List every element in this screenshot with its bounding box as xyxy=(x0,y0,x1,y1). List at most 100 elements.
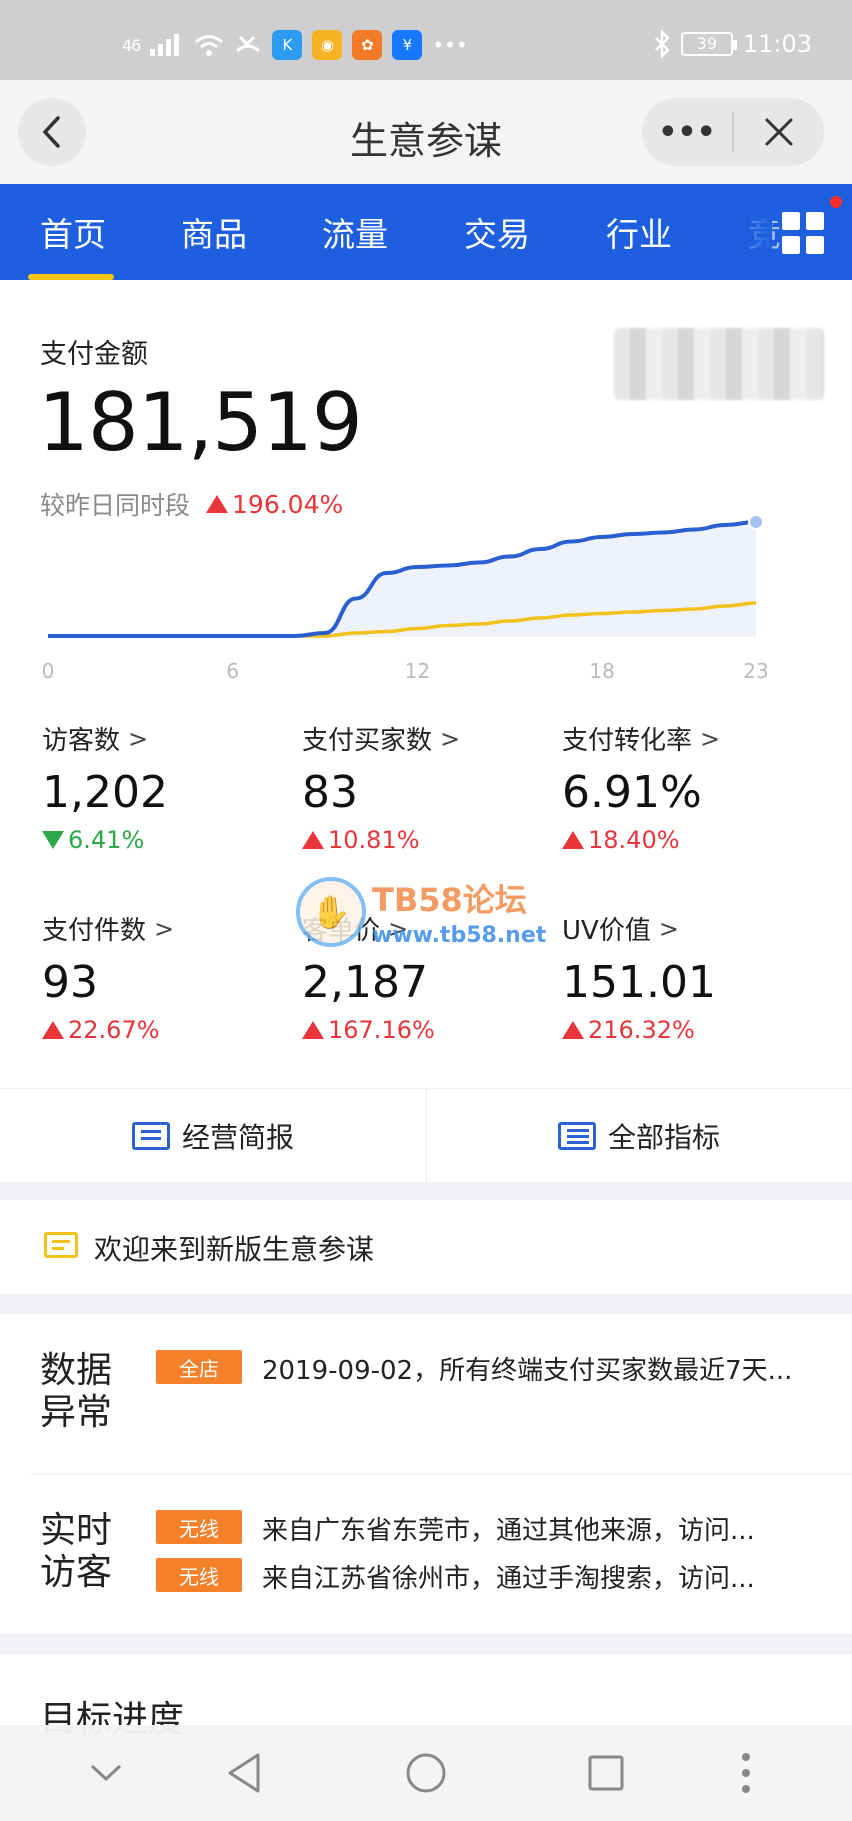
missed-call-icon xyxy=(236,35,261,53)
metric-change: 216.32% xyxy=(562,1016,812,1044)
metric-change: 18.40% xyxy=(562,826,812,854)
metric-label: 客单价 > xyxy=(302,910,552,947)
more-button[interactable]: ••• xyxy=(642,98,732,166)
up-arrow-icon xyxy=(42,1021,64,1039)
status-right: 39 11:03 xyxy=(653,30,812,58)
metric-card[interactable]: 支付转化率 >6.91% 18.40% xyxy=(562,720,812,854)
app-orange-icon: ✿ xyxy=(352,30,383,60)
section-divider xyxy=(30,1474,852,1475)
metric-label-text: 支付买家数 xyxy=(302,726,433,756)
chart-point xyxy=(748,514,764,530)
status-bar: 46 K ◉ ✿ ¥ ••• 39 11:03 xyxy=(0,0,852,80)
metric-change-value: 18.40% xyxy=(588,826,680,854)
bluetooth-icon xyxy=(654,30,670,58)
action-row: 经营简报 全部指标 xyxy=(0,1088,852,1183)
nav-menu-button[interactable] xyxy=(722,1749,770,1797)
up-arrow-icon xyxy=(302,1021,324,1039)
metric-value: 6.91% xyxy=(562,767,702,818)
metric-change: 6.41% xyxy=(42,826,292,854)
nav-back-button[interactable] xyxy=(220,1749,268,1797)
metric-value: 2,187 xyxy=(302,957,428,1008)
chart-tick-label: 18 xyxy=(589,659,614,683)
metric-label-text: 支付转化率 xyxy=(562,726,693,756)
realtime-tag-2: 无线 xyxy=(156,1558,242,1592)
close-icon xyxy=(765,118,793,146)
tab-traffic[interactable]: 流量 xyxy=(322,208,388,256)
metric-change: 22.67% xyxy=(42,1016,292,1044)
title-bar: 生意参谋 ••• xyxy=(0,80,852,184)
metric-change-value: 6.41% xyxy=(68,826,145,854)
realtime-visitor-2[interactable]: 来自江苏省徐州市，通过手淘搜索，访问... xyxy=(262,1558,822,1595)
close-button[interactable] xyxy=(734,98,824,166)
metric-value: 1,202 xyxy=(42,767,168,818)
chart-area-fill xyxy=(48,522,756,636)
nav-recents-button[interactable] xyxy=(582,1749,630,1797)
tab-industry[interactable]: 行业 xyxy=(606,208,672,256)
chevron-down-icon xyxy=(90,1764,122,1782)
announcement-icon xyxy=(44,1232,78,1258)
metric-card[interactable]: 支付件数 >93 22.67% xyxy=(42,910,292,1044)
payment-amount-label: 支付金额 xyxy=(40,339,148,370)
metric-card[interactable]: 访客数 >1,202 6.41% xyxy=(42,720,292,854)
circle-home-icon xyxy=(406,1753,446,1793)
anomaly-text[interactable]: 2019-09-02，所有终端支付买家数最近7天... xyxy=(262,1350,822,1387)
metric-card[interactable]: 客单价 > 2,187 167.16% xyxy=(302,910,552,1044)
payment-amount-value: 181,519 xyxy=(38,376,363,469)
tab-home[interactable]: 首页 xyxy=(40,208,106,256)
notification-dot xyxy=(830,196,842,208)
metric-label-text: UV价值 xyxy=(562,916,651,946)
app-yellow-icon: ◉ xyxy=(312,30,343,60)
up-arrow-icon xyxy=(562,831,584,849)
app-alipay-icon: ¥ xyxy=(392,30,423,60)
square-recents-icon xyxy=(588,1755,624,1791)
chart-tick-label: 12 xyxy=(405,659,430,683)
all-metrics-button[interactable]: 全部指标 xyxy=(426,1089,852,1183)
metric-label: 支付转化率 > xyxy=(562,720,812,757)
alerts-card: 数据异常 全店 2019-09-02，所有终端支付买家数最近7天... 实时访客… xyxy=(0,1314,852,1634)
metric-label: UV价值 > xyxy=(562,910,812,947)
list-icon xyxy=(557,1122,596,1150)
tab-products[interactable]: 商品 xyxy=(181,208,247,256)
overview-card: 支付金额 181,519 较昨日同时段 196.04% 0 6 12 18 23 访客数… xyxy=(0,280,852,1183)
system-nav-bar xyxy=(0,1725,852,1821)
realtime-tag-1: 无线 xyxy=(156,1510,242,1544)
signal-icon xyxy=(150,34,180,56)
metric-change-value: 22.67% xyxy=(68,1016,160,1044)
app-blue-icon: K xyxy=(272,30,303,60)
metric-change-value: 10.81% xyxy=(328,826,420,854)
metric-label-text: 客单价 xyxy=(302,916,381,946)
all-tabs-grid-icon[interactable] xyxy=(782,212,824,254)
status-time: 11:03 xyxy=(742,30,812,58)
up-arrow-icon xyxy=(302,831,324,849)
welcome-banner[interactable]: 欢迎来到新版生意参谋 xyxy=(0,1200,852,1294)
battery-icon: 39 xyxy=(680,32,737,56)
status-left: 46 K ◉ ✿ ¥ ••• xyxy=(122,30,468,60)
metric-card[interactable]: 支付买家数 >83 10.81% xyxy=(302,720,552,854)
all-metrics-label: 全部指标 xyxy=(607,1121,720,1154)
triangle-back-icon xyxy=(228,1753,260,1793)
metric-change: 10.81% xyxy=(302,826,552,854)
report-icon xyxy=(131,1122,170,1150)
anomaly-tag: 全店 xyxy=(156,1350,242,1384)
up-arrow-icon xyxy=(562,1021,584,1039)
nav-home-button[interactable] xyxy=(402,1749,450,1797)
business-report-button[interactable]: 经营简报 xyxy=(0,1089,426,1183)
metric-label-text: 访客数 xyxy=(42,726,121,756)
welcome-text: 欢迎来到新版生意参谋 xyxy=(94,1233,375,1266)
chevron-right-icon: > xyxy=(154,914,175,943)
metric-value: 83 xyxy=(302,767,358,818)
realtime-visitor-1[interactable]: 来自广东省东莞市，通过其他来源，访问... xyxy=(262,1510,822,1547)
wifi-icon xyxy=(195,35,224,56)
chevron-right-icon: > xyxy=(700,724,721,753)
tab-transactions[interactable]: 交易 xyxy=(464,208,530,256)
collapse-button[interactable] xyxy=(82,1749,130,1797)
metric-card[interactable]: UV价值 >151.01 216.32% xyxy=(562,910,812,1044)
down-arrow-icon xyxy=(42,831,64,849)
metric-value: 93 xyxy=(42,957,98,1008)
blurred-store-info xyxy=(614,328,824,400)
tab-bar: 首页 商品 流量 交易 行业 竞 xyxy=(0,184,852,280)
metric-label-text: 支付件数 xyxy=(42,916,147,946)
chevron-right-icon: > xyxy=(440,724,461,753)
metric-label: 支付件数 > xyxy=(42,910,292,947)
metric-change: 167.16% xyxy=(302,1016,552,1044)
